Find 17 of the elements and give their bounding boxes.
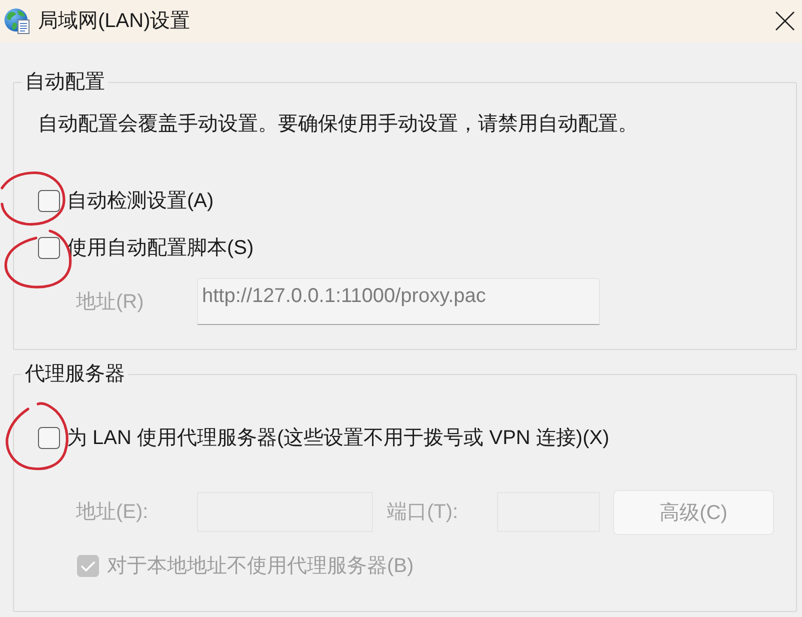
checkbox[interactable] <box>38 190 60 212</box>
checkmark-icon <box>81 560 95 572</box>
checkbox[interactable] <box>38 427 60 449</box>
group-title: 代理服务器 <box>24 362 126 386</box>
field-label: 地址(E): <box>76 501 148 523</box>
checkbox-label: 使用自动配置脚本(S) <box>67 236 254 260</box>
checkbox-label: 自动检测设置(A) <box>67 189 214 213</box>
window-title: 局域网(LAN)设置 <box>38 9 190 33</box>
group-title: 自动配置 <box>24 70 106 94</box>
checkbox-label: 为 LAN 使用代理服务器(这些设置不用于拨号或 VPN 连接)(X) <box>67 426 610 450</box>
checkbox[interactable] <box>38 237 60 259</box>
close-icon <box>775 11 795 31</box>
globe-icon <box>4 8 30 34</box>
field-label: 地址(R) <box>76 290 144 312</box>
description-text: 自动配置会覆盖手动设置。要确保使用手动设置，请禁用自动配置。 <box>38 112 638 136</box>
checkbox-label: 对于本地地址不使用代理服务器(B) <box>107 554 414 578</box>
field-label: 端口(T): <box>387 501 458 523</box>
